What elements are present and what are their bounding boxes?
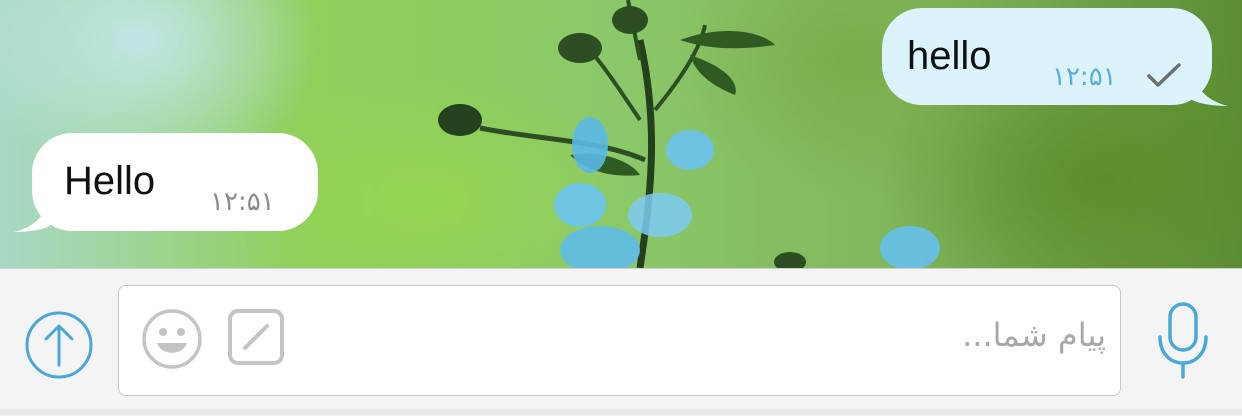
message-input-placeholder: پیام شما... [962, 316, 1106, 354]
message-composer: پیام شما... [0, 268, 1242, 416]
outgoing-message-bubble[interactable]: hello ۱۲:۵۱ [882, 8, 1212, 105]
microphone-icon[interactable] [1155, 301, 1211, 381]
message-time: ۱۲:۵۱ [1052, 62, 1117, 92]
incoming-message-bubble[interactable]: Hello ۱۲:۵۱ [32, 133, 318, 231]
chat-area: hello ۱۲:۵۱ Hello ۱۲:۵۱ [0, 0, 1242, 268]
message-text: hello [907, 34, 992, 78]
message-time: ۱۲:۵۱ [210, 187, 275, 217]
message-input[interactable]: پیام شما... [118, 285, 1121, 396]
message-text: Hello [64, 159, 156, 203]
arrow-up-circle-icon[interactable] [24, 310, 94, 380]
sticker-icon[interactable] [227, 308, 285, 366]
bottom-divider [0, 409, 1242, 415]
smiley-icon[interactable] [141, 308, 203, 370]
check-icon [1147, 63, 1181, 87]
